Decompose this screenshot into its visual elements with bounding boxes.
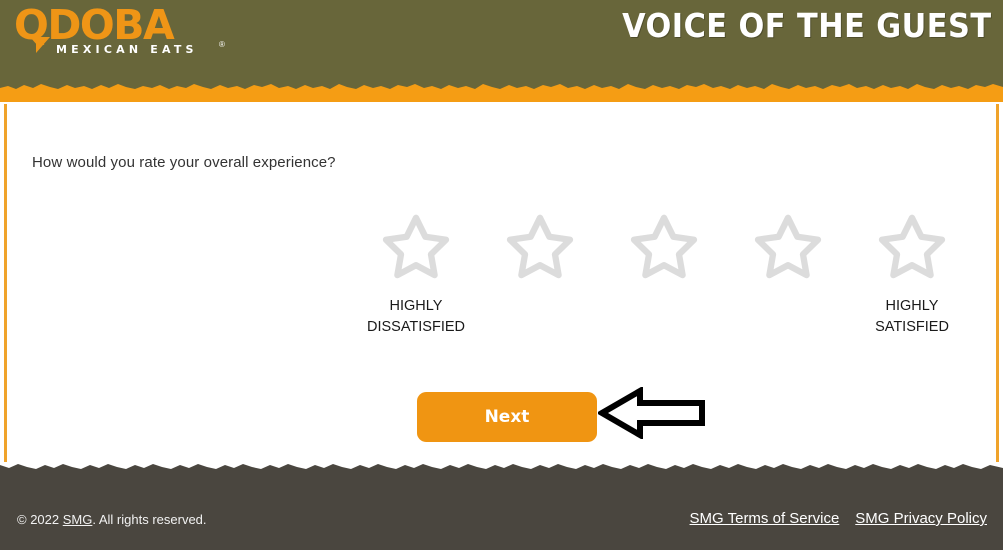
scale-label-high: HIGHLY SATISFIED xyxy=(822,296,1002,338)
survey-content-card: How would you rate your overall experien… xyxy=(4,104,999,464)
star-rating-5[interactable] xyxy=(871,208,953,284)
program-title: VOICE OF THE GUEST xyxy=(621,6,991,45)
star-rating-2[interactable] xyxy=(499,208,581,284)
star-outline-icon xyxy=(875,210,949,282)
copyright-suffix: . All rights reserved. xyxy=(92,512,207,527)
scale-label-high-line2: SATISFIED xyxy=(875,319,949,335)
footer-links: SMG Terms of Service SMG Privacy Policy xyxy=(690,510,987,527)
smg-link[interactable]: SMG xyxy=(63,512,93,527)
scale-label-low-line2: DISSATISFIED xyxy=(366,319,466,335)
orange-divider-band xyxy=(0,83,1003,102)
star-outline-icon xyxy=(379,210,453,282)
qdoba-logo: QDOBA MEXICAN EATS ® xyxy=(14,4,229,58)
copyright-prefix: © 2022 xyxy=(17,512,63,527)
star-rating-1[interactable] xyxy=(375,208,457,284)
brand-trademark-symbol: ® xyxy=(219,40,225,49)
next-button-label: Next xyxy=(484,407,530,427)
privacy-policy-link[interactable]: SMG Privacy Policy xyxy=(855,510,987,527)
star-rating-group[interactable] xyxy=(375,208,953,284)
star-outline-icon xyxy=(627,210,701,282)
left-arrow-icon xyxy=(596,385,706,441)
star-rating-4[interactable] xyxy=(747,208,829,284)
next-button[interactable]: Next xyxy=(412,392,601,442)
survey-page: QDOBA MEXICAN EATS ® VOICE OF THE GUEST … xyxy=(0,0,1003,550)
torn-edge-graphic xyxy=(0,462,1003,469)
scale-label-low-line1: HIGHLY xyxy=(389,298,443,314)
star-rating-3[interactable] xyxy=(623,208,705,284)
scale-label-high-line1: HIGHLY xyxy=(885,298,939,314)
next-button-wrapper: Next xyxy=(412,392,601,442)
scale-label-low: HIGHLY DISSATISFIED xyxy=(326,296,506,338)
rating-scale-labels: HIGHLY DISSATISFIED HIGHLY SATISFIED xyxy=(367,296,953,338)
brand-tagline: MEXICAN EATS xyxy=(56,43,198,56)
star-outline-icon xyxy=(503,210,577,282)
question-text: How would you rate your overall experien… xyxy=(32,154,336,171)
terms-of-service-link[interactable]: SMG Terms of Service xyxy=(690,510,840,527)
brand-name: QDOBA xyxy=(14,1,175,49)
copyright-text: © 2022 SMG. All rights reserved. xyxy=(17,512,207,527)
torn-edge-graphic xyxy=(0,83,1003,89)
page-footer: © 2022 SMG. All rights reserved. SMG Ter… xyxy=(0,462,1003,550)
page-header: QDOBA MEXICAN EATS ® VOICE OF THE GUEST xyxy=(0,0,1003,92)
star-outline-icon xyxy=(751,210,825,282)
